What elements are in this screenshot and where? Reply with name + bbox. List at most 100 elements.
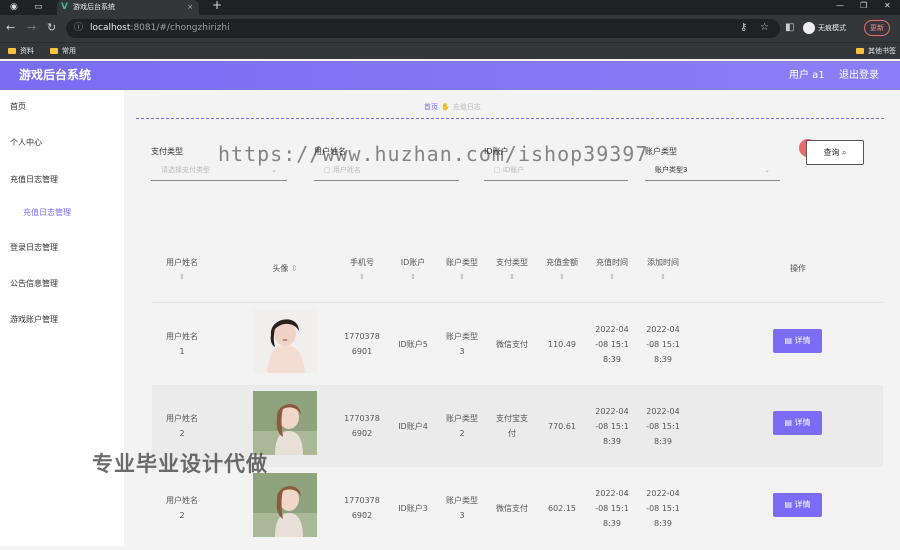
sidebar-item-recharge-log[interactable]: 充值日志管理 xyxy=(10,174,58,185)
sort-icon[interactable]: ⇕ xyxy=(291,264,298,273)
breadcrumb-home[interactable]: 首页 xyxy=(424,103,438,111)
chevron-down-icon: ⌄ xyxy=(764,166,770,174)
incognito-indicator[interactable]: 无痕模式 xyxy=(803,20,846,36)
cell-user-name: 用户姓名 1 xyxy=(166,332,198,356)
site-info-icon[interactable]: ⓘ xyxy=(74,19,83,38)
cell-amount: 110.49 xyxy=(548,339,576,349)
col-phone[interactable]: 手机号 ⇕ xyxy=(338,256,386,284)
close-window-icon[interactable]: ✕ xyxy=(884,1,891,10)
sort-icon[interactable]: ⇕ xyxy=(537,270,587,284)
app-title: 游戏后台系统 xyxy=(19,68,92,82)
browser-tab-title: 游戏后台系统 xyxy=(73,3,115,11)
cell-amount: 602.15 xyxy=(548,503,576,513)
forward-icon[interactable]: → xyxy=(27,22,36,34)
incognito-label: 无痕模式 xyxy=(818,24,846,32)
address-bar-row: ← → ↻ ⓘ localhost:8081/#/chongzhirizhi ⚷… xyxy=(0,15,900,42)
col-label: 账户类型 xyxy=(446,258,478,267)
document-icon: ▤ xyxy=(784,336,795,345)
cell-phone: 1770378 6902 xyxy=(344,496,380,520)
col-pay-type[interactable]: 支付类型 ⇕ xyxy=(488,256,536,284)
sort-icon[interactable]: ⇕ xyxy=(638,270,688,284)
sidebar-subitem-recharge-log[interactable]: 充值日志管理 xyxy=(23,207,71,218)
tab-overview-icon[interactable]: ▭ xyxy=(34,2,43,13)
cell-id-account: ID账户3 xyxy=(398,503,428,513)
avatar xyxy=(253,309,317,373)
sidebar-item-profile[interactable]: 个人中心 xyxy=(10,137,42,148)
sidebar-item-home[interactable]: 首页 xyxy=(10,101,26,112)
account-type-select[interactable]: 账户类型3 ⌄ xyxy=(645,159,780,181)
detail-button[interactable]: ▤ 详情 xyxy=(773,411,822,435)
sort-icon[interactable]: ⇕ xyxy=(338,270,386,284)
cell-phone: 1770378 6901 xyxy=(344,332,380,356)
sidebar-item-notice[interactable]: 公告信息管理 xyxy=(10,278,58,289)
detail-button[interactable]: ▤ 详情 xyxy=(773,493,822,517)
cell-pay-type: 微信支付 xyxy=(496,503,528,513)
query-button[interactable]: 查询 ⌕ xyxy=(806,140,864,165)
col-label: ID账户 xyxy=(400,258,426,267)
cell-recharge-time: 2022-04 -08 15:1 8:39 xyxy=(595,406,629,446)
key-icon[interactable]: ⚷ xyxy=(740,22,747,33)
app-header: 游戏后台系统 用户 a1 退出登录 xyxy=(0,61,900,90)
restore-icon[interactable]: ❐ xyxy=(860,1,867,10)
account-type-value: 账户类型3 xyxy=(655,166,688,174)
col-label: 操作 xyxy=(790,264,806,273)
sort-icon[interactable]: ⇕ xyxy=(488,270,536,284)
cell-recharge-time: 2022-04 -08 15:1 8:39 xyxy=(595,488,629,528)
sort-icon[interactable]: ⇕ xyxy=(437,270,487,284)
detail-button[interactable]: ▤ 详情 xyxy=(773,329,822,353)
cell-added-time: 2022-04 -08 15:1 8:39 xyxy=(646,406,680,446)
cell-recharge-time: 2022-04 -08 15:1 8:39 xyxy=(595,324,629,364)
col-added-time[interactable]: 添加时间 ⇕ xyxy=(638,256,688,284)
sort-icon[interactable]: ⇕ xyxy=(152,270,212,284)
avatar xyxy=(253,473,317,537)
col-avatar[interactable]: 头像 ⇕ xyxy=(253,262,317,276)
browser-tab-strip: ◉ ▭ V 游戏后台系统 × + — ❐ ✕ xyxy=(0,0,900,15)
minimize-icon[interactable]: — xyxy=(836,1,844,10)
bookmark-folder-other[interactable]: 其他书签 xyxy=(856,43,896,59)
folder-icon xyxy=(50,48,58,54)
document-icon: ▤ xyxy=(784,500,795,509)
sort-icon[interactable]: ⇕ xyxy=(389,270,437,284)
id-account-placeholder: ID账户 xyxy=(502,166,525,174)
col-actions: 操作 xyxy=(772,262,824,276)
sort-icon[interactable]: ⇕ xyxy=(588,270,636,284)
sidebar-item-login-log[interactable]: 登录日志管理 xyxy=(10,242,58,253)
col-label: 添加时间 xyxy=(647,258,679,267)
col-id-account[interactable]: ID账户 ⇕ xyxy=(389,256,437,284)
url-input[interactable]: ⓘ localhost:8081/#/chongzhirizhi xyxy=(66,19,780,38)
breadcrumb-current: 充值日志 xyxy=(452,103,481,111)
new-tab-icon[interactable]: + xyxy=(212,0,222,11)
vue-logo-icon: V xyxy=(61,2,68,12)
col-label: 手机号 xyxy=(350,258,374,267)
sidepanel-icon[interactable]: ◧ xyxy=(785,22,794,33)
logout-link[interactable]: 退出登录 xyxy=(839,61,879,90)
folder-icon xyxy=(8,48,16,54)
sidebar-item-game-account[interactable]: 游戏账户管理 xyxy=(10,314,58,325)
browser-menu-icon[interactable]: ◉ xyxy=(10,2,18,13)
url-host: localhost xyxy=(90,23,131,33)
detail-label: 详情 xyxy=(794,336,811,345)
close-tab-icon[interactable]: × xyxy=(187,0,193,15)
document-icon: ▤ xyxy=(784,418,795,427)
bookmark-folder-1[interactable]: 资料 xyxy=(8,43,34,59)
account-type-label: 账户类型 xyxy=(645,147,677,156)
query-label: 查询 xyxy=(823,148,840,157)
bookmark-folder-2[interactable]: 常用 xyxy=(50,43,76,59)
pay-type-placeholder: 请选择支付类型 xyxy=(161,166,210,174)
col-user-name[interactable]: 用户姓名 ⇕ xyxy=(152,256,212,284)
col-recharge-time[interactable]: 充值时间 ⇕ xyxy=(588,256,636,284)
breadcrumb: 首页 ✋ 充值日志 xyxy=(424,102,481,112)
bookmark-star-icon[interactable]: ☆ xyxy=(760,22,769,33)
bookmark-label: 资料 xyxy=(20,47,34,55)
col-account-type[interactable]: 账户类型 ⇕ xyxy=(437,256,487,284)
browser-tab[interactable]: V 游戏后台系统 × xyxy=(57,0,199,15)
folder-icon xyxy=(856,48,864,54)
cell-amount: 770.61 xyxy=(548,421,576,431)
back-icon[interactable]: ← xyxy=(6,22,15,34)
col-amount[interactable]: 充值金额 ⇕ xyxy=(537,256,587,284)
reload-icon[interactable]: ↻ xyxy=(47,22,56,34)
breadcrumb-separator-icon: ✋ xyxy=(441,103,450,111)
cell-account-type: 账户类型 2 xyxy=(446,414,478,438)
update-button[interactable]: 更新 xyxy=(864,20,890,36)
bookmarks-bar: 资料 常用 其他书签 xyxy=(0,42,900,59)
